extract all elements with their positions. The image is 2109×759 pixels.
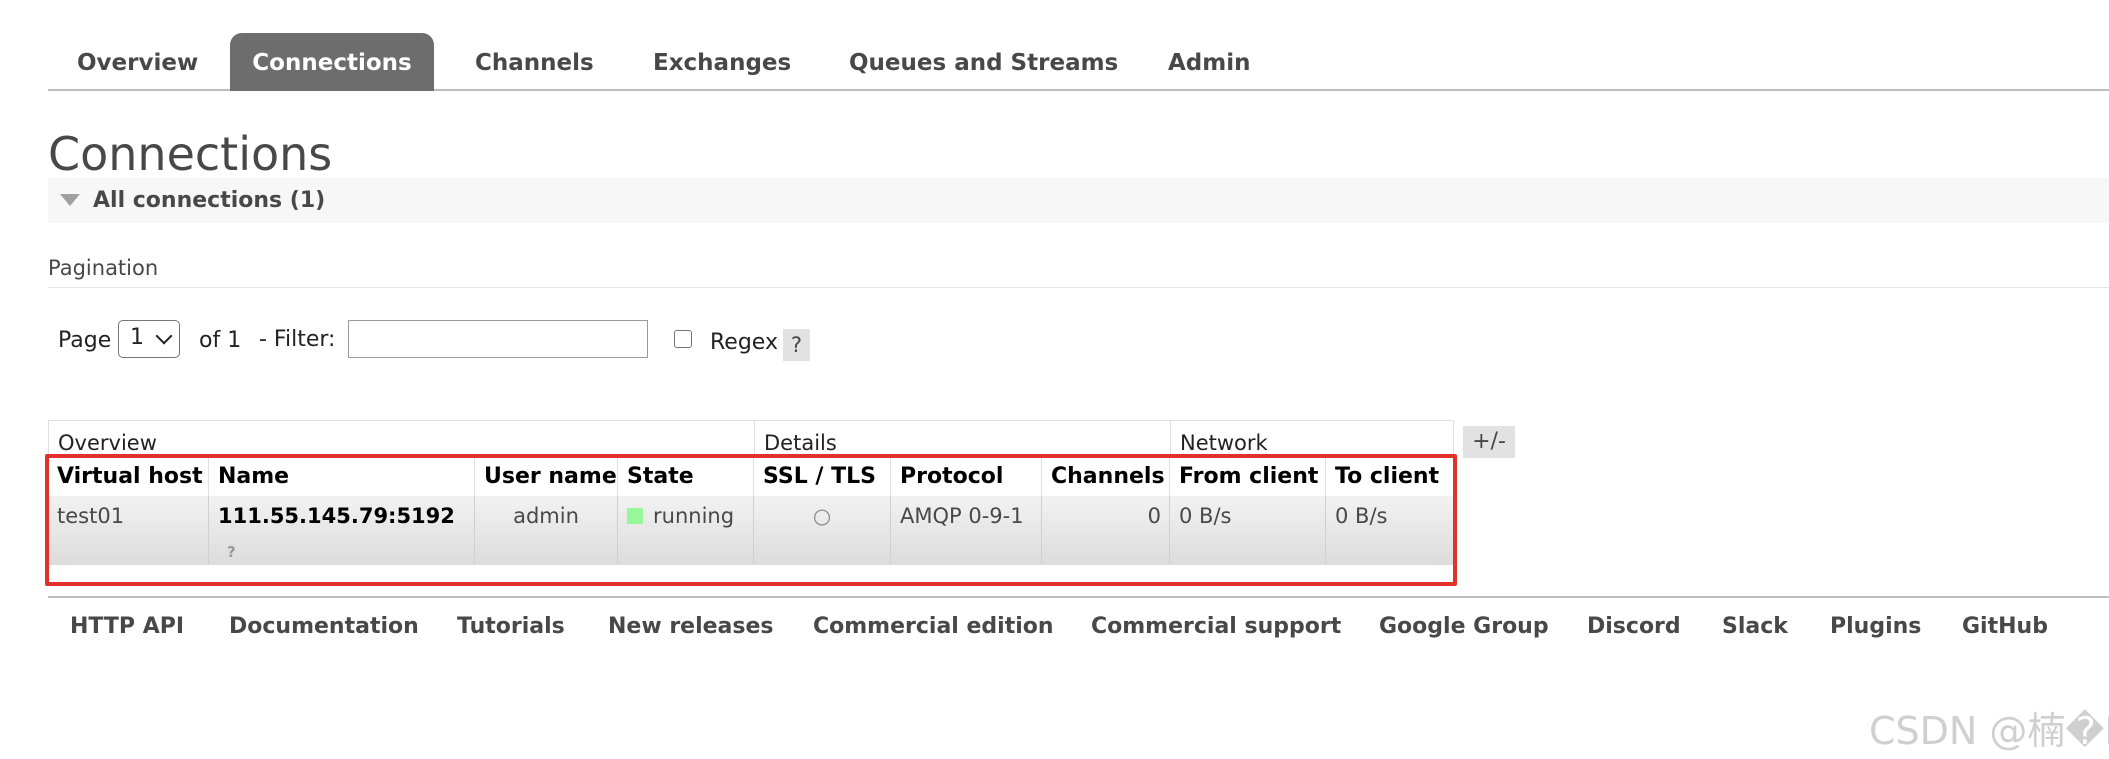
page-select-value: 1 — [130, 325, 144, 350]
group-network: Network — [1180, 431, 1268, 455]
main-tabs: Overview Connections Channels Exchanges … — [48, 33, 2109, 91]
footer-link-slack[interactable]: Slack — [1722, 612, 1788, 642]
tab-exchanges[interactable]: Exchanges — [653, 33, 791, 91]
footer-link-http-api[interactable]: HTTP API — [70, 612, 184, 642]
all-connections-section-header[interactable]: All connections (1) — [48, 178, 2109, 223]
footer-link-tutorials[interactable]: Tutorials — [457, 612, 565, 642]
filter-label: - Filter: — [259, 327, 336, 352]
divider — [48, 287, 2109, 288]
rabbitmq-connections-page: Overview Connections Channels Exchanges … — [0, 0, 2109, 759]
section-title: All connections (1) — [93, 188, 326, 213]
watermark: CSDN @楠�David — [1869, 709, 2109, 753]
column-group-row: Overview Details Network — [48, 420, 1454, 456]
tab-overview[interactable]: Overview — [77, 33, 198, 91]
pagination-label: Pagination — [48, 256, 159, 280]
footer-link-google-group[interactable]: Google Group — [1379, 612, 1549, 642]
tab-admin[interactable]: Admin — [1168, 33, 1251, 91]
footer-link-new-releases[interactable]: New releases — [608, 612, 774, 642]
regex-help-button[interactable]: ? — [783, 329, 810, 361]
footer-link-documentation[interactable]: Documentation — [229, 612, 419, 642]
group-details: Details — [755, 421, 1171, 455]
page-of-label: of 1 — [199, 328, 242, 353]
chevron-down-icon — [155, 327, 173, 345]
highlight-annotation-box — [45, 454, 1457, 586]
page-select[interactable]: 1 — [118, 320, 180, 358]
tab-connections[interactable]: Connections — [230, 33, 434, 91]
page-label: Page — [58, 328, 112, 353]
regex-label: Regex — [710, 330, 778, 355]
footer-divider — [48, 596, 2109, 598]
footer-link-discord[interactable]: Discord — [1587, 612, 1681, 642]
filter-input[interactable] — [348, 320, 648, 358]
regex-checkbox[interactable] — [674, 330, 692, 348]
tab-channels[interactable]: Channels — [475, 33, 594, 91]
page-title: Connections — [48, 127, 333, 181]
tab-queues-and-streams[interactable]: Queues and Streams — [849, 33, 1118, 91]
footer-link-commercial-support[interactable]: Commercial support — [1091, 612, 1341, 642]
footer-link-commercial-edition[interactable]: Commercial edition — [813, 612, 1054, 642]
footer-link-plugins[interactable]: Plugins — [1830, 612, 1921, 642]
expand-triangle-icon[interactable] — [60, 194, 80, 206]
group-overview: Overview — [49, 421, 755, 455]
toggle-columns-button[interactable]: +/- — [1463, 426, 1515, 458]
footer-link-github[interactable]: GitHub — [1962, 612, 2048, 642]
